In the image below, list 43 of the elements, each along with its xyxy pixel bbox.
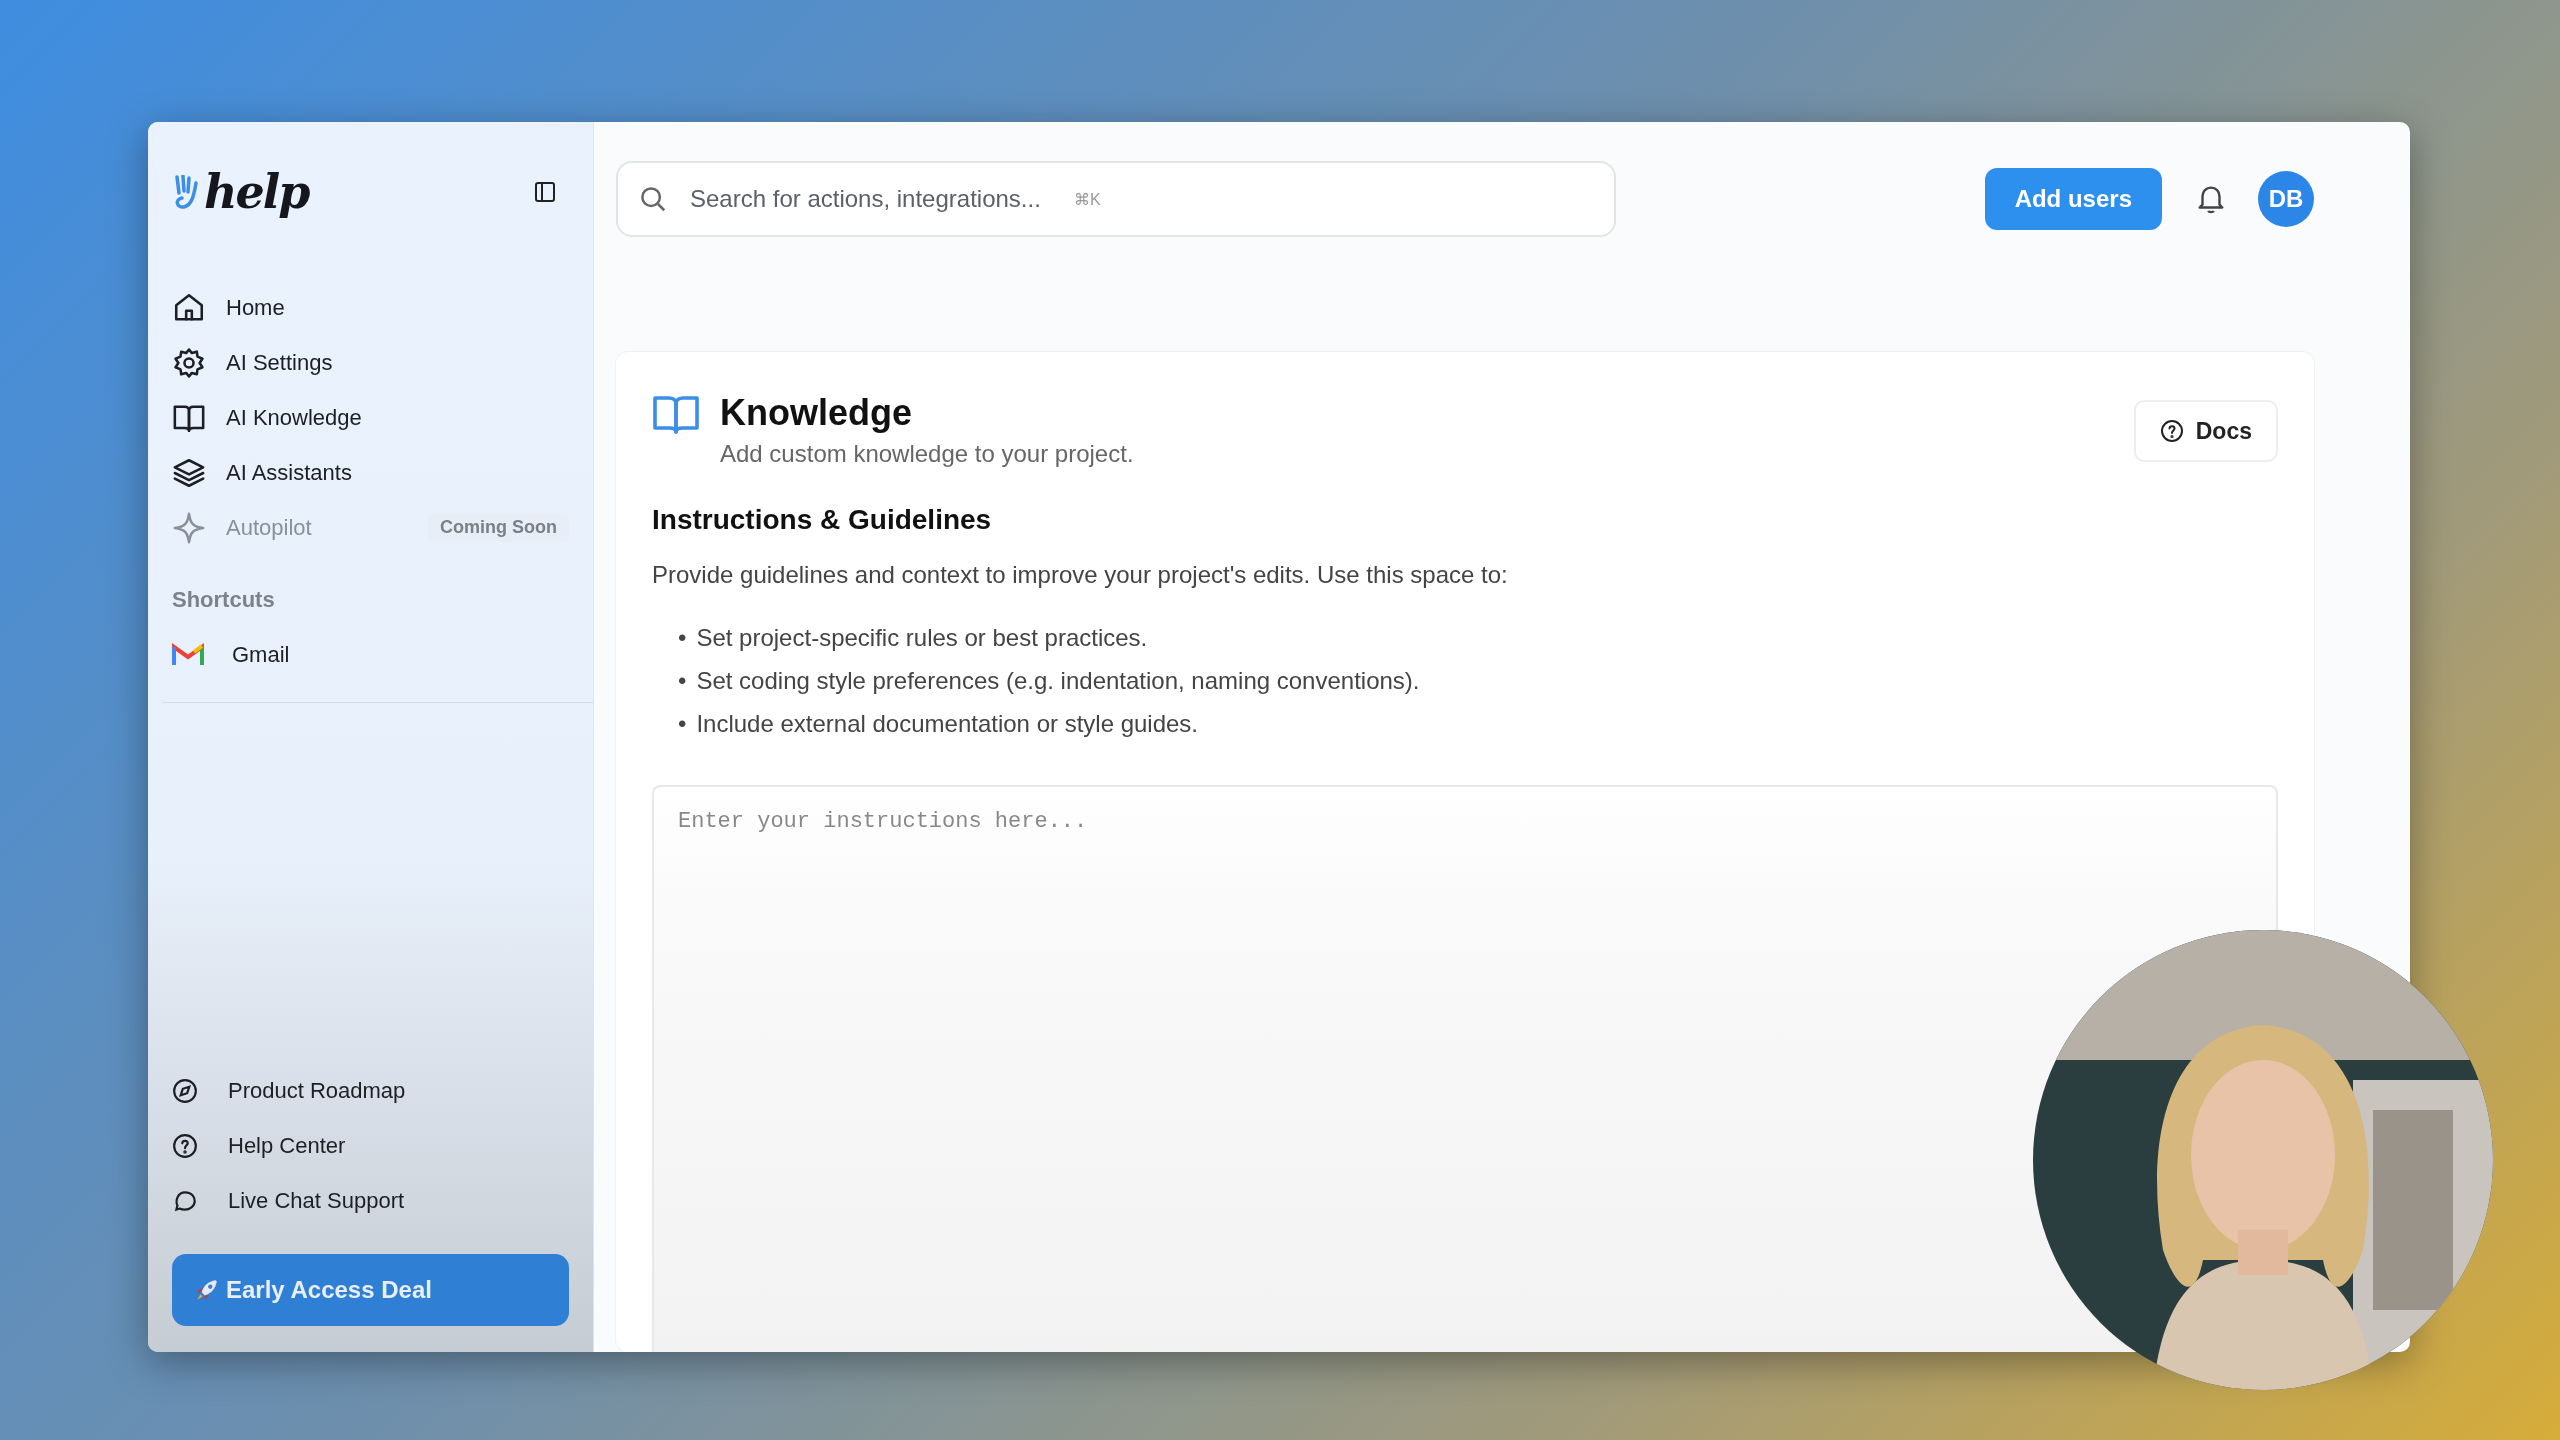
settings-icon — [172, 345, 206, 380]
footer-link[interactable]: Help Center — [172, 1118, 569, 1173]
nav-label: AI Settings — [226, 349, 333, 376]
bullet-marker: • — [678, 709, 687, 739]
nav-item[interactable]: AI Assistants — [172, 445, 569, 500]
bullet-marker: • — [678, 623, 687, 653]
footer-link-label: Live Chat Support — [228, 1187, 405, 1214]
bullet-item: Set coding style preferences (e.g. indentation, naming conventions). — [696, 666, 1420, 696]
shortcut-hint: ⌘K — [1074, 190, 1101, 209]
nav-label: Home — [226, 294, 285, 321]
shortcut-label: Gmail — [232, 641, 290, 668]
section-title: Instructions & Guidelines — [652, 504, 993, 536]
footer-link-label: Product Roadmap — [228, 1077, 406, 1104]
mail-icon — [172, 642, 204, 667]
bullet-item: Set project-specific rules or best practices. — [696, 623, 1148, 653]
help-icon — [2159, 419, 2184, 443]
nav-item[interactable]: AI Knowledge — [172, 390, 569, 445]
nav-label: AI Knowledge — [226, 404, 362, 431]
footer-link[interactable]: Live Chat Support — [172, 1173, 569, 1228]
docs-button[interactable]: Docs — [2133, 400, 2278, 462]
sidebar-toggle-icon[interactable] — [533, 180, 557, 204]
early-access-button[interactable]: Early Access Deal — [172, 1254, 569, 1326]
section-heading: Shortcuts — [172, 587, 276, 613]
bullet-marker: • — [678, 666, 687, 696]
instructions-field[interactable]: Enter your instructions here... — [652, 785, 2278, 1352]
nav-label: Autopilot — [226, 514, 312, 541]
help-icon — [172, 1132, 198, 1159]
intro-text: Provide guidelines and context to improve your project's edits. Use this space to: — [652, 560, 1509, 590]
nav-item[interactable]: AI Settings — [172, 335, 569, 390]
nav-label: AI Assistants — [226, 459, 352, 486]
search-icon — [638, 184, 668, 214]
compass-icon — [172, 1077, 198, 1104]
rocket-icon — [194, 1277, 220, 1303]
sparkle-icon — [172, 510, 206, 545]
footer-link[interactable]: Product Roadmap — [172, 1063, 569, 1118]
coming-soon-badge: Coming Soon — [428, 513, 569, 542]
user-avatar[interactable]: DB — [2258, 171, 2314, 227]
footer-link-label: Help Center — [228, 1132, 346, 1159]
shortcut-item[interactable]: Gmail — [172, 627, 569, 682]
page-title: Knowledge — [720, 392, 913, 434]
page-subtitle: Add custom knowledge to your project. — [720, 440, 1134, 468]
nav-item[interactable]: Home — [172, 280, 569, 335]
bullet-item: Include external documentation or style guides. — [696, 709, 1199, 739]
